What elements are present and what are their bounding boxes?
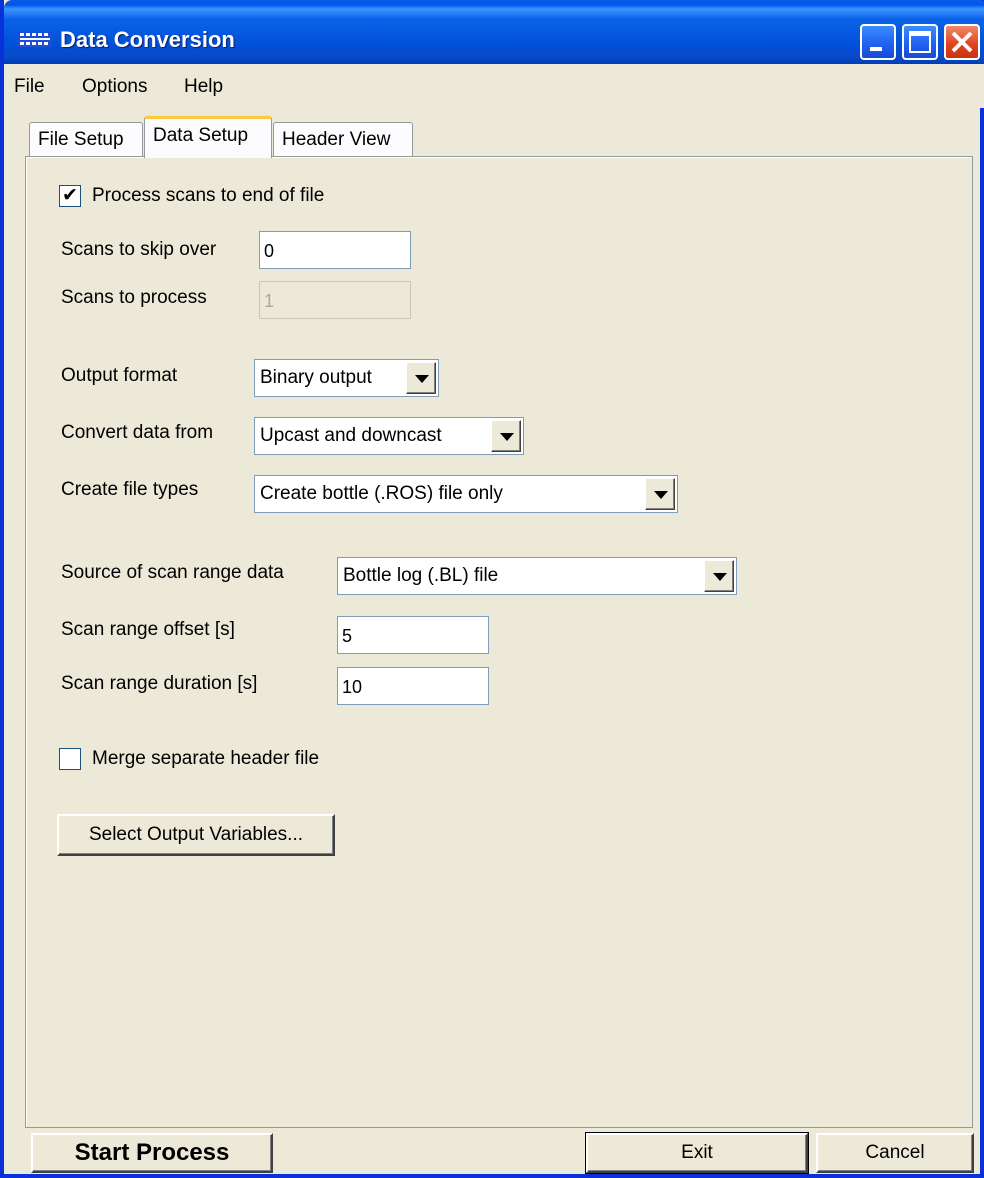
- tab-data-setup[interactable]: Data Setup: [144, 116, 272, 158]
- close-button[interactable]: [944, 24, 980, 60]
- output-format-value: Binary output: [260, 367, 372, 388]
- maximize-icon: [909, 31, 931, 53]
- create-types-select[interactable]: Create bottle (.ROS) file only: [254, 475, 678, 513]
- convert-from-value: Upcast and downcast: [260, 425, 442, 446]
- menu-file[interactable]: File: [14, 76, 45, 98]
- cancel-button[interactable]: Cancel: [816, 1133, 974, 1173]
- close-icon: [951, 31, 973, 53]
- window-title: Data Conversion: [60, 27, 235, 52]
- maximize-button[interactable]: [902, 24, 938, 60]
- start-process-button[interactable]: Start Process: [31, 1133, 273, 1173]
- menu-options[interactable]: Options: [82, 76, 147, 98]
- tab-file-setup[interactable]: File Setup: [29, 122, 143, 156]
- process-to-end-label: Process scans to end of file: [92, 185, 325, 206]
- scans-process-input: 1: [259, 281, 411, 319]
- create-types-label: Create file types: [61, 479, 199, 500]
- scan-source-select[interactable]: Bottle log (.BL) file: [337, 557, 737, 595]
- scan-source-label: Source of scan range data: [61, 562, 284, 583]
- scans-skip-input[interactable]: 0: [259, 231, 411, 269]
- merge-header-label: Merge separate header file: [92, 748, 320, 769]
- title-bar[interactable]: Data Conversion: [4, 0, 984, 64]
- process-to-end-checkbox[interactable]: [59, 184, 81, 207]
- scan-offset-label: Scan range offset [s]: [61, 619, 235, 640]
- menu-bar: File Options Help: [8, 64, 984, 108]
- scans-process-label: Scans to process: [61, 287, 207, 308]
- data-setup-panel: Process scans to end of file Scans to sk…: [25, 156, 973, 1128]
- create-types-value: Create bottle (.ROS) file only: [260, 483, 503, 504]
- chevron-down-icon[interactable]: [406, 362, 436, 394]
- scan-duration-input[interactable]: 10: [337, 667, 489, 705]
- scan-source-value: Bottle log (.BL) file: [343, 565, 499, 586]
- minimize-icon: [870, 47, 882, 51]
- output-format-select[interactable]: Binary output: [254, 359, 439, 397]
- exit-button[interactable]: Exit: [585, 1132, 809, 1174]
- scans-skip-label: Scans to skip over: [61, 239, 217, 260]
- tab-header-view[interactable]: Header View: [273, 122, 413, 156]
- scan-offset-input[interactable]: 5: [337, 616, 489, 654]
- chevron-down-icon[interactable]: [491, 420, 521, 452]
- select-output-variables-button[interactable]: Select Output Variables...: [57, 814, 335, 856]
- output-format-label: Output format: [61, 365, 178, 386]
- chevron-down-icon[interactable]: [704, 560, 734, 592]
- menu-help[interactable]: Help: [184, 76, 223, 98]
- merge-header-checkbox[interactable]: [59, 748, 81, 770]
- app-icon: [18, 31, 52, 47]
- minimize-button[interactable]: [860, 24, 896, 60]
- convert-from-select[interactable]: Upcast and downcast: [254, 417, 524, 455]
- scan-duration-label: Scan range duration [s]: [61, 673, 258, 694]
- chevron-down-icon[interactable]: [645, 478, 675, 510]
- convert-from-label: Convert data from: [61, 422, 214, 443]
